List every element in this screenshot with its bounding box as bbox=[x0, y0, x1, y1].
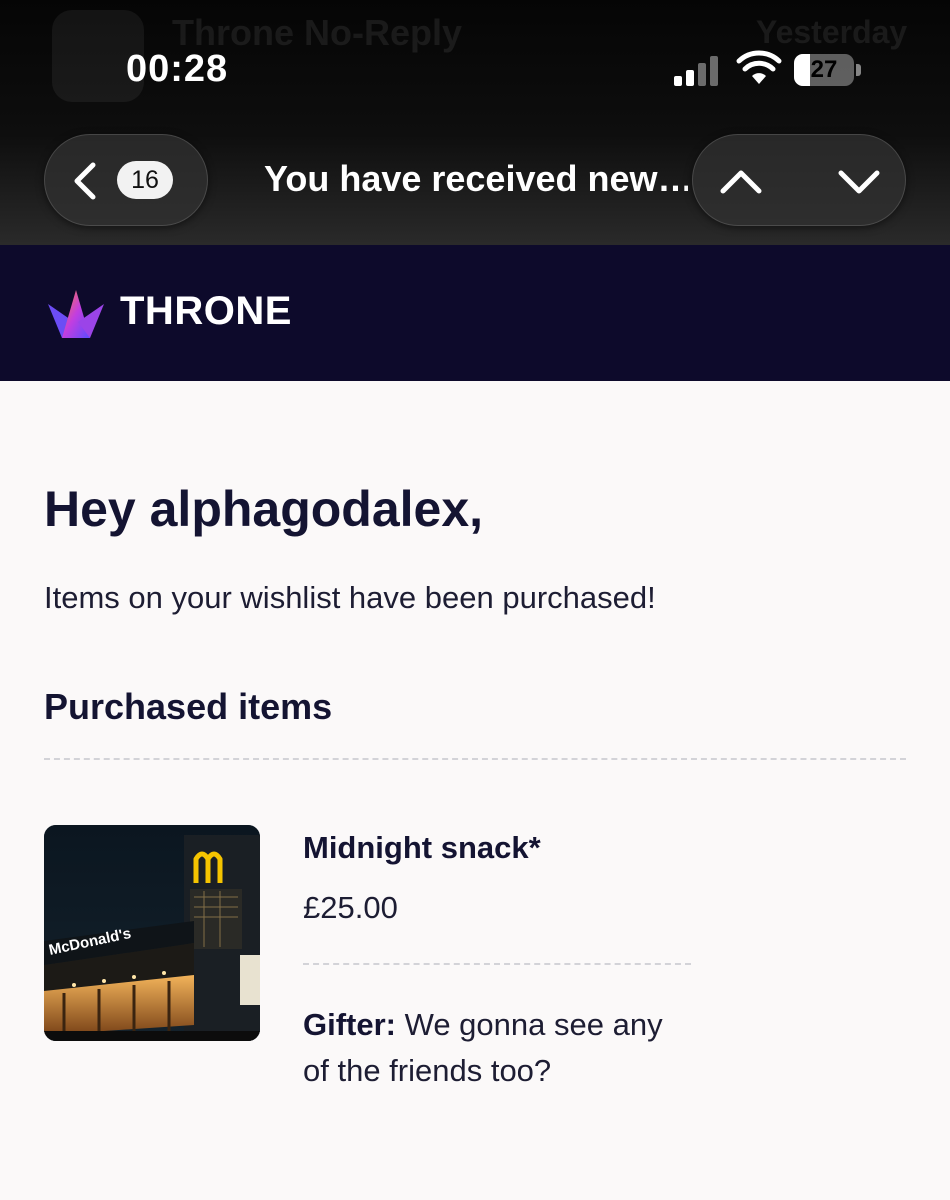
item-image: McDonald's bbox=[44, 825, 260, 1041]
gifter-message: Gifter: We gonna see any of the friends … bbox=[303, 1002, 683, 1094]
back-button[interactable]: 16 bbox=[44, 134, 208, 226]
item-price: £25.00 bbox=[303, 890, 398, 925]
chevron-left-icon bbox=[74, 162, 96, 200]
email-subject-title: You have received new… bbox=[264, 158, 688, 199]
throne-crown-logo bbox=[48, 290, 104, 338]
item-name: Midnight snack* bbox=[303, 830, 541, 865]
greeting-heading: Hey alphagodalex, bbox=[44, 481, 484, 537]
gifter-label: Gifter: bbox=[303, 1007, 396, 1042]
divider bbox=[44, 758, 906, 760]
brand-name: THRONE bbox=[120, 289, 292, 333]
battery-level: 27 bbox=[810, 56, 838, 83]
intro-text: Items on your wishlist have been purchas… bbox=[44, 580, 656, 615]
signal-icon bbox=[674, 56, 718, 86]
brand-banner: THRONE bbox=[0, 245, 950, 381]
chevron-down-icon[interactable] bbox=[837, 163, 881, 199]
chevron-up-icon[interactable] bbox=[719, 163, 763, 199]
item-divider bbox=[303, 963, 691, 965]
purchased-items-heading: Purchased items bbox=[44, 686, 333, 727]
top-bar: Throne No-Reply Yesterday 00:28 27 16 Yo… bbox=[0, 0, 950, 245]
unread-count-badge: 16 bbox=[117, 161, 173, 199]
status-time: 00:28 bbox=[126, 48, 229, 90]
message-navigation bbox=[692, 134, 906, 226]
background-date: Yesterday bbox=[756, 14, 908, 50]
battery-icon: 27 bbox=[794, 54, 864, 86]
wifi-icon bbox=[736, 50, 782, 84]
